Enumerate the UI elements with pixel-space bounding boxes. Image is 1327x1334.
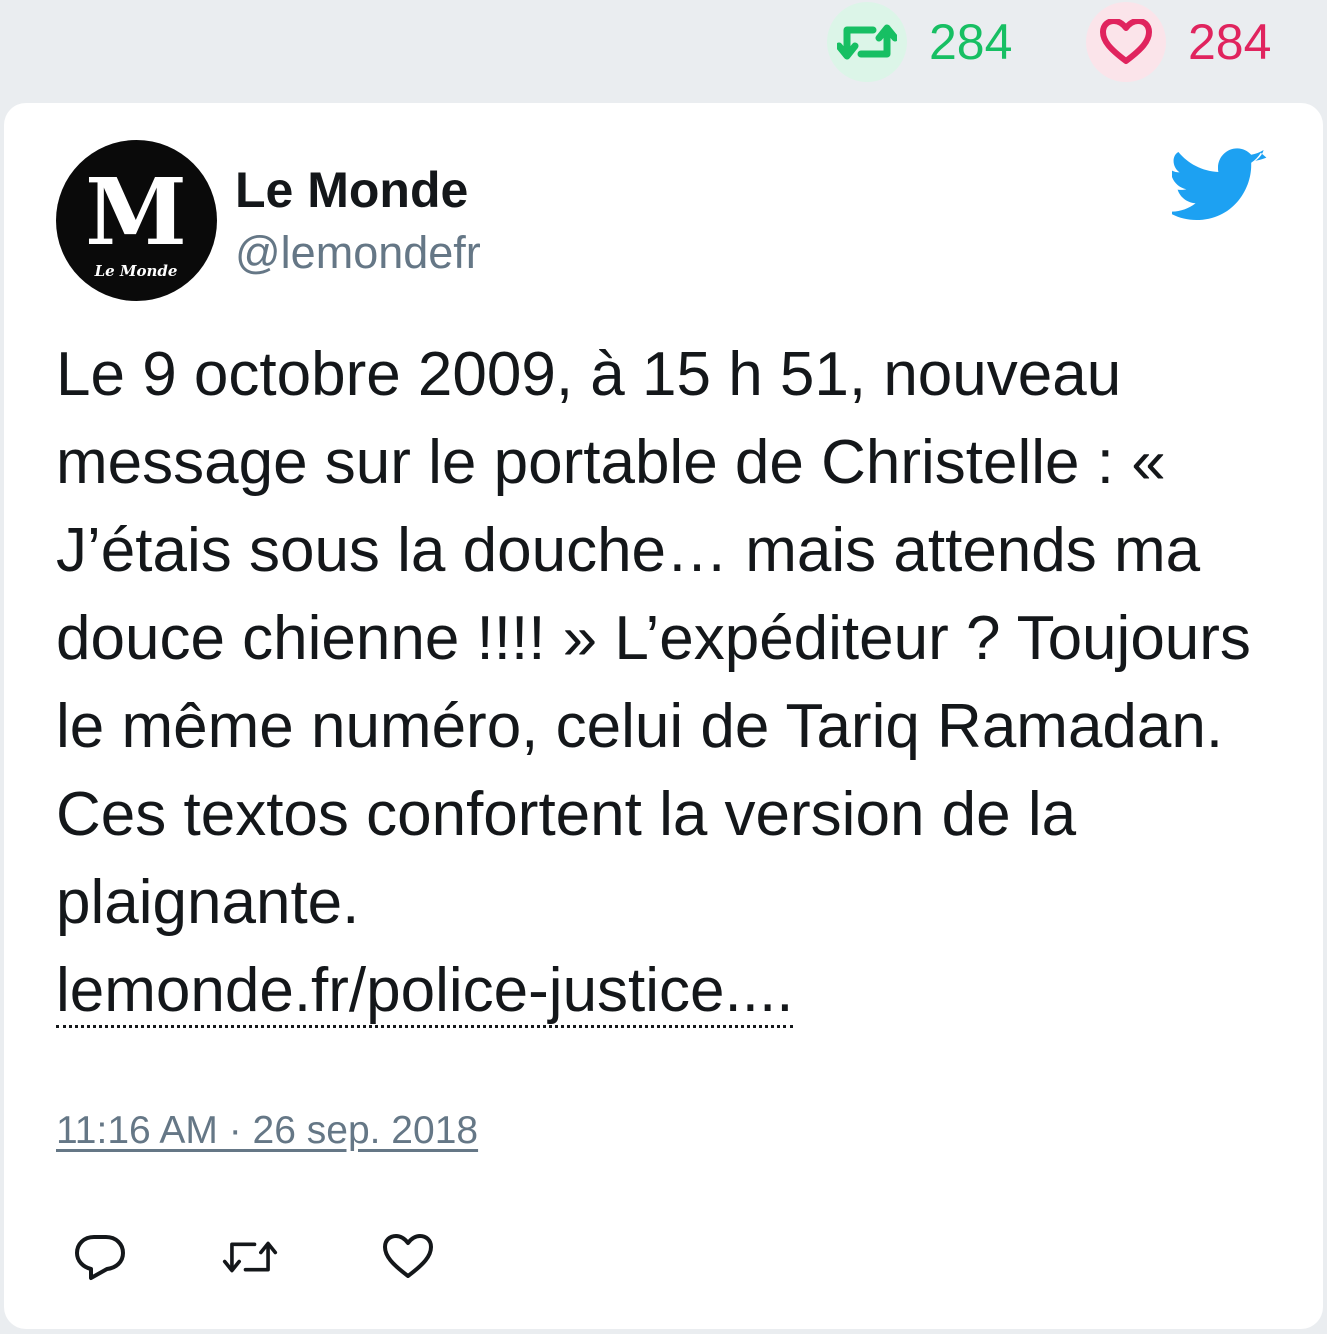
tweet-card[interactable]: M Le Monde Le Monde @lemondefr Le 9 octo… xyxy=(4,103,1323,1329)
retweet-icon xyxy=(837,24,897,60)
author-handle[interactable]: @lemondefr xyxy=(235,230,481,275)
reply-button[interactable] xyxy=(72,1229,128,1285)
heart-icon xyxy=(1100,19,1152,64)
retweet-stat-circle[interactable] xyxy=(827,2,907,82)
svg-text:Le Monde: Le Monde xyxy=(94,262,178,280)
tweet-body: Le 9 octobre 2009, à 15 h 51, nouveau me… xyxy=(56,340,1251,937)
retweet-button[interactable] xyxy=(222,1229,278,1285)
tweet-timestamp[interactable]: 11:16 AM · 26 sep. 2018 xyxy=(56,1109,478,1153)
like-stat-circle[interactable] xyxy=(1086,2,1166,82)
retweet-stat[interactable]: 284 xyxy=(827,0,1012,84)
le-monde-logo-icon: M Le Monde xyxy=(85,158,187,280)
like-button[interactable] xyxy=(380,1229,436,1285)
retweet-count: 284 xyxy=(929,14,1013,70)
svg-text:M: M xyxy=(85,158,187,266)
reply-icon xyxy=(75,1235,125,1280)
retweet-icon xyxy=(222,1241,278,1273)
tweet-actions xyxy=(72,1229,436,1285)
avatar[interactable]: M Le Monde xyxy=(56,140,217,301)
heart-icon xyxy=(383,1234,433,1278)
like-count: 284 xyxy=(1188,14,1272,70)
twitter-bird-icon[interactable] xyxy=(1166,148,1268,228)
tweet-link[interactable]: lemonde.fr/police-justice.... xyxy=(56,956,794,1028)
author-name[interactable]: Le Monde xyxy=(235,165,468,215)
tweet-text: Le 9 octobre 2009, à 15 h 51, nouveau me… xyxy=(56,331,1286,1035)
like-stat[interactable]: 284 xyxy=(1086,0,1271,84)
top-stats-bar: 284 284 xyxy=(0,0,1327,100)
